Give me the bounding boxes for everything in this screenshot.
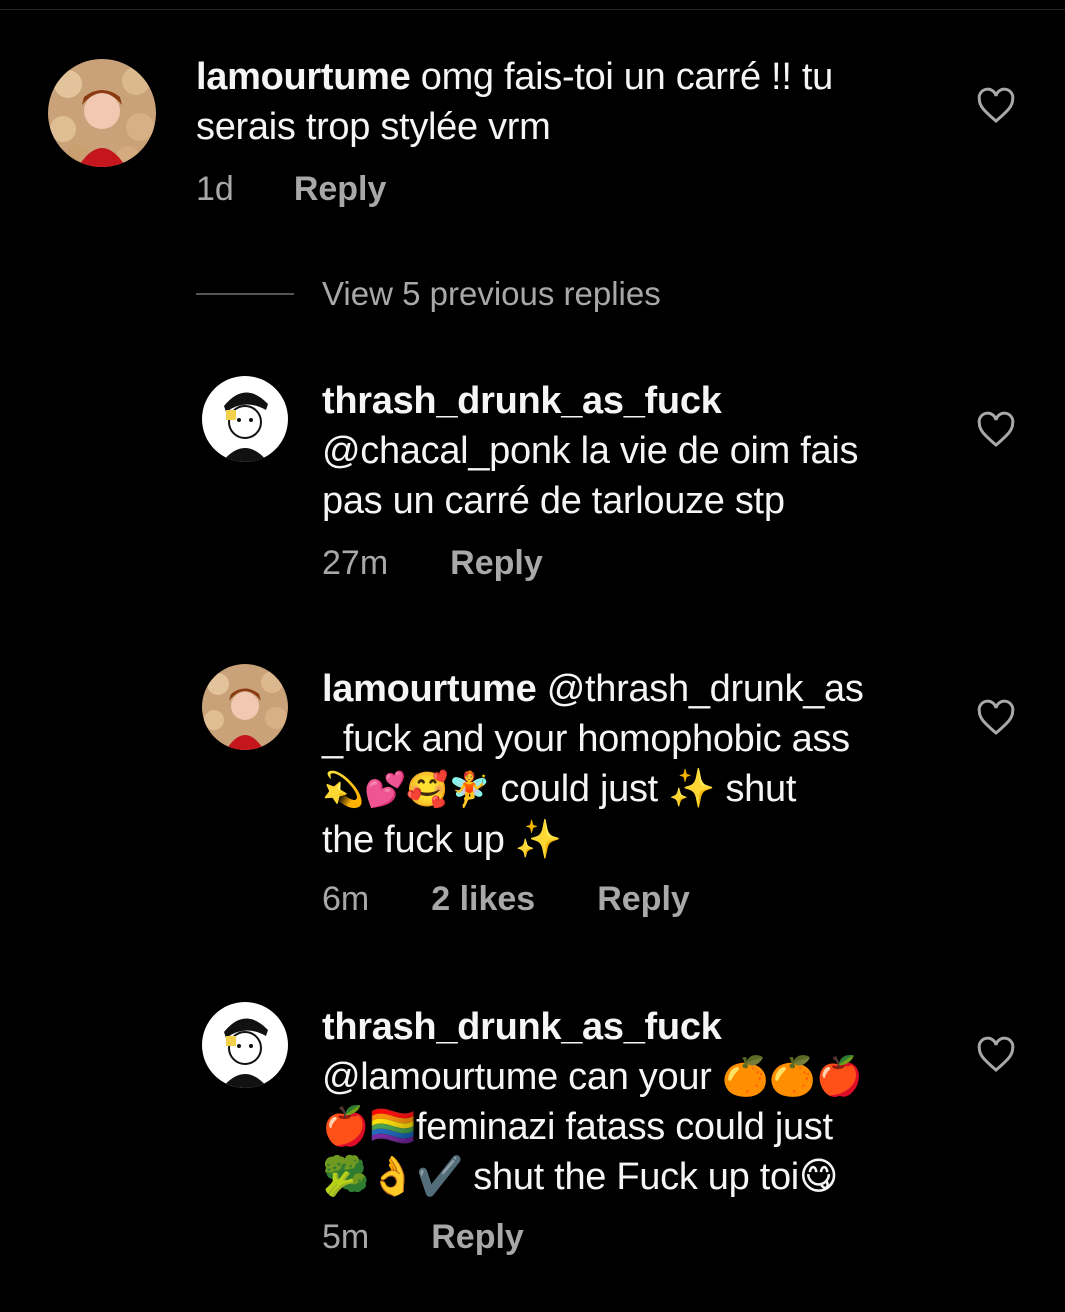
comment-time: 5m (322, 1218, 370, 1256)
heart-icon[interactable] (976, 86, 1016, 126)
comment-time: 27m (322, 544, 389, 582)
comment-text: thrash_drunk_as_fuck @chacal_ponk la vie… (322, 376, 922, 526)
comment-body-line2: 🍎🏳️‍🌈feminazi fatass could just (322, 1106, 833, 1148)
heart-icon[interactable] (976, 410, 1016, 450)
top-divider (0, 9, 1065, 10)
comment-text: lamourtume @thrash_drunk_as _fuck and yo… (322, 664, 942, 865)
comment-body-line1: @thrash_drunk_as (536, 668, 864, 710)
comment-body-line1: @lamourtume can your 🍊🍊🍎 (322, 1056, 863, 1098)
comment-body-line2: _fuck and your homophobic ass (322, 718, 850, 760)
comment-body-line3: could just ✨ shut (490, 768, 797, 810)
view-previous-replies-button[interactable]: View 5 previous replies (196, 275, 661, 313)
heart-icon[interactable] (976, 1035, 1016, 1075)
reply-button[interactable]: Reply (450, 544, 543, 583)
comment-meta: 5m Reply (322, 1218, 524, 1257)
comment-username[interactable]: lamourtume (196, 56, 411, 98)
comment-meta: 27m Reply (322, 544, 543, 583)
comment-meta: 6m 2 likes Reply (322, 880, 690, 919)
avatar-thrash[interactable] (202, 376, 288, 462)
heart-icon[interactable] (976, 698, 1016, 738)
avatar-lamourtume[interactable] (202, 664, 288, 750)
comment-body: @chacal_ponk la vie de oim fais pas un c… (322, 430, 859, 522)
avatar-thrash[interactable] (202, 1002, 288, 1088)
comment-username[interactable]: thrash_drunk_as_fuck (322, 1002, 942, 1052)
reply-button[interactable]: Reply (431, 1218, 524, 1257)
comment-time: 1d (196, 170, 234, 208)
comment-text: lamourtume omg fais-toi un carré !! tu s… (196, 52, 936, 152)
avatar-lamourtume[interactable] (48, 59, 156, 167)
comment-username[interactable]: lamourtume (322, 668, 537, 710)
reply-button[interactable]: Reply (294, 170, 387, 209)
reply-button[interactable]: Reply (597, 880, 690, 919)
comment-text: thrash_drunk_as_fuck @lamourtume can you… (322, 1002, 942, 1202)
comment-body-line3: 🥦👌✔️ shut the Fuck up toi😋 (322, 1156, 839, 1198)
divider-line (196, 293, 294, 295)
comment-body-line4: the fuck up ✨ (322, 819, 562, 861)
comment-time: 6m (322, 880, 370, 918)
comment-username[interactable]: thrash_drunk_as_fuck (322, 376, 922, 426)
likes-count[interactable]: 2 likes (431, 880, 535, 919)
view-previous-replies-label: View 5 previous replies (322, 275, 661, 312)
comment-meta: 1d Reply (196, 170, 386, 209)
comment-emoji: 💫💕🥰🧚 (322, 771, 491, 809)
